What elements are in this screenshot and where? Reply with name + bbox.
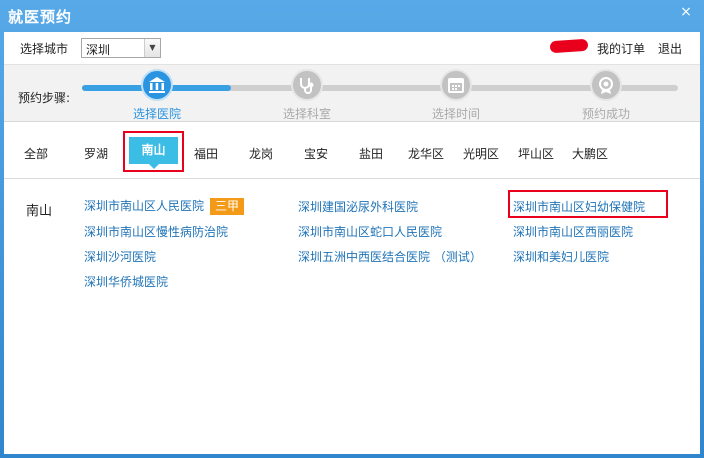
redacted-username [549,38,589,54]
hospital-name[interactable]: 深圳市南山区人民医院 [84,199,204,213]
district-futian[interactable]: 福田 [194,145,218,162]
hospital-link[interactable]: 深圳市南山区西丽医院 [513,223,633,240]
hospital-link[interactable]: 深圳和美妇儿医院 [513,248,609,265]
district-longgang[interactable]: 龙岗 [249,145,273,162]
steps-bar: 预约步骤: 选择医院 选择科室 选择时间 预约成功 [4,64,700,122]
window-title: 就医预约 [8,8,73,26]
steps-label: 预约步骤: [18,91,71,105]
step-label: 选择科室 [282,107,331,121]
appointment-window: 就医预约 × 选择城市 深圳 ▼ 我的订单 退出 预约步骤: 选择医院 选择科室… [0,0,704,458]
hospital-link[interactable]: 深圳沙河医院 [84,248,156,265]
district-bar: 全部 罗湖 南山 福田 龙岗 宝安 盐田 龙华区 光明区 坪山区 大鹏区 [4,123,700,179]
calendar-icon [440,69,472,101]
district-yantian[interactable]: 盐田 [359,145,383,162]
hospital-list: 南山 深圳市南山区人民医院 三甲 深圳市南山区慢性病防治院 深圳沙河医院 深圳华侨… [4,180,700,454]
district-pingshan[interactable]: 坪山区 [518,145,554,162]
step-label: 选择时间 [431,107,480,121]
district-dapeng[interactable]: 大鹏区 [572,145,608,162]
hospital-link[interactable]: 深圳建国泌尿外科医院 [298,198,418,215]
district-guangming[interactable]: 光明区 [463,145,499,162]
hospital-link[interactable]: 深圳市南山区蛇口人民医院 [298,223,442,240]
logout-link[interactable]: 退出 [658,40,682,57]
city-select-value: 深圳 [86,43,111,57]
stethoscope-icon [291,69,323,101]
step-select-time: 选择时间 [416,69,496,122]
city-select[interactable]: 深圳 ▼ [81,38,161,58]
my-orders-link[interactable]: 我的订单 [597,40,645,57]
district-luohu[interactable]: 罗湖 [84,145,108,162]
top-row: 选择城市 深圳 ▼ 我的订单 退出 [4,32,700,62]
chevron-down-icon[interactable]: ▼ [144,39,160,57]
district-nanshan-highlight: 南山 [123,131,184,172]
title-bar: 就医预约 × [0,0,704,32]
step-success: 预约成功 [566,69,646,122]
client-area: 选择城市 深圳 ▼ 我的订单 退出 预约步骤: 选择医院 选择科室 选择时间 预… [4,32,700,454]
success-icon [590,69,622,101]
city-label: 选择城市 [20,42,69,56]
district-all[interactable]: 全部 [24,145,48,162]
close-button[interactable]: × [678,4,694,20]
step-select-hospital: 选择医院 [117,69,197,122]
hospital-link[interactable]: 深圳市南山区慢性病防治院 [84,223,228,240]
hospital-link-selected[interactable]: 深圳市南山区妇幼保健院 [513,198,645,215]
area-name: 南山 [26,204,53,219]
hospital-link[interactable]: 深圳市南山区人民医院 三甲 [84,197,245,215]
hospital-icon [141,69,173,101]
hospital-link[interactable]: 深圳华侨城医院 [84,273,168,290]
district-nanshan[interactable]: 南山 [129,137,178,169]
grade-badge: 三甲 [210,198,245,215]
district-baoan[interactable]: 宝安 [304,145,328,162]
hospital-link[interactable]: 深圳五洲中西医结合医院 （测试） [298,248,482,265]
step-select-department: 选择科室 [267,69,347,122]
district-longhua[interactable]: 龙华区 [408,145,444,162]
step-label: 选择医院 [132,107,181,121]
step-label: 预约成功 [581,107,630,121]
